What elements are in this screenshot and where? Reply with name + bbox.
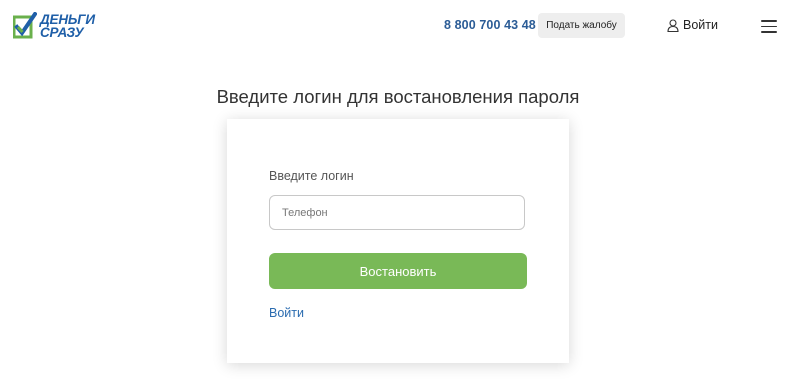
page-title: Введите логин для востановления пароля [216,86,580,108]
header: ДЕНЬГИ СРАЗУ 8 800 700 43 48 Подать жало… [0,0,800,52]
header-login-label: Войти [683,18,718,32]
restore-form-card: Введите логин Востановить Войти [227,119,569,363]
complaint-button[interactable]: Подать жалобу [538,13,625,38]
hamburger-menu-icon[interactable] [761,20,777,34]
phone-input[interactable] [269,195,525,230]
logo-text: ДЕНЬГИ СРАЗУ [40,13,95,40]
login-link[interactable]: Войти [269,306,304,320]
logo-check-icon [13,12,37,39]
phone-number[interactable]: 8 800 700 43 48 [444,18,536,32]
page: ДЕНЬГИ СРАЗУ 8 800 700 43 48 Подать жало… [0,0,800,391]
header-login-link[interactable]: Войти [667,17,718,33]
logo[interactable]: ДЕНЬГИ СРАЗУ [13,11,99,41]
restore-button[interactable]: Востановить [269,253,527,289]
logo-line2: СРАЗУ [40,25,84,40]
login-field-label: Введите логин [269,169,354,183]
user-icon [667,18,679,32]
